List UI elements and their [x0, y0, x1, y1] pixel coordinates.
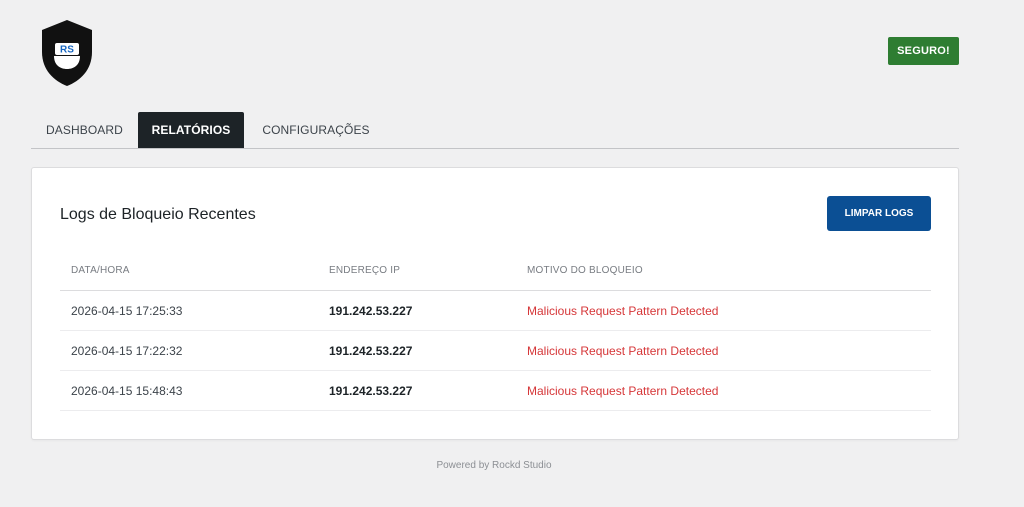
- logs-card: Logs de Bloqueio Recentes LIMPAR LOGS DA…: [31, 167, 959, 440]
- table-header: DATA/HORA ENDEREÇO IP MOTIVO DO BLOQUEIO: [60, 250, 931, 291]
- tab-dashboard[interactable]: DASHBOARD: [31, 112, 138, 148]
- table-row: 2026-04-15 17:22:32 191.242.53.227 Malic…: [60, 331, 931, 371]
- column-header-reason: MOTIVO DO BLOQUEIO: [527, 265, 643, 276]
- row-datetime: 2026-04-15 15:48:43: [71, 384, 183, 398]
- table-row: 2026-04-15 15:48:43 191.242.53.227 Malic…: [60, 371, 931, 411]
- row-reason: Malicious Request Pattern Detected: [527, 304, 719, 318]
- row-ip: 191.242.53.227: [329, 344, 413, 358]
- status-badge: SEGURO!: [888, 37, 959, 65]
- row-datetime: 2026-04-15 17:25:33: [71, 304, 183, 318]
- row-ip: 191.242.53.227: [329, 384, 413, 398]
- logs-table: DATA/HORA ENDEREÇO IP MOTIVO DO BLOQUEIO…: [60, 250, 931, 411]
- logs-title: Logs de Bloqueio Recentes: [60, 206, 256, 223]
- tab-relatorios[interactable]: RELATÓRIOS: [138, 112, 244, 148]
- clear-logs-button[interactable]: LIMPAR LOGS: [827, 196, 931, 231]
- tab-bar: DASHBOARD RELATÓRIOS CONFIGURAÇÕES: [31, 112, 959, 149]
- row-reason: Malicious Request Pattern Detected: [527, 384, 719, 398]
- row-datetime: 2026-04-15 17:22:32: [71, 344, 183, 358]
- row-reason: Malicious Request Pattern Detected: [527, 344, 719, 358]
- row-ip: 191.242.53.227: [329, 304, 413, 318]
- tab-configuracoes[interactable]: CONFIGURAÇÕES: [244, 112, 388, 148]
- column-header-ip: ENDEREÇO IP: [329, 265, 401, 276]
- footer-credit: Powered by Rockd Studio: [436, 460, 552, 471]
- logo-shield-icon: RS: [38, 18, 96, 88]
- column-header-datetime: DATA/HORA: [71, 265, 130, 276]
- table-row: 2026-04-15 17:25:33 191.242.53.227 Malic…: [60, 291, 931, 331]
- logo-text: RS: [60, 45, 74, 56]
